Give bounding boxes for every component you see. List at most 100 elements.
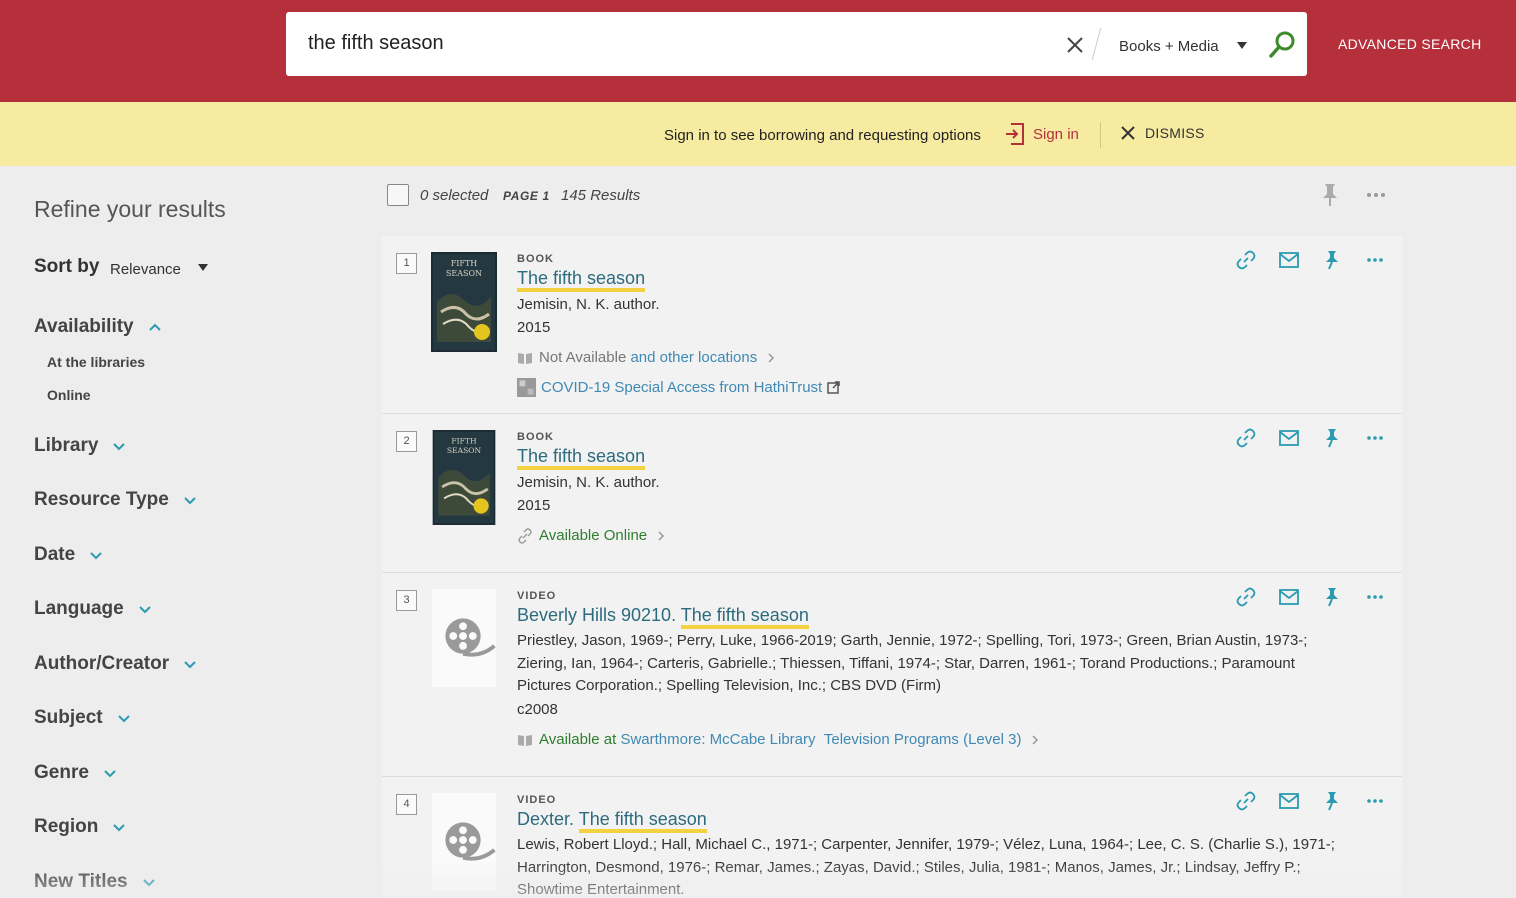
hathitrust-line[interactable]: COVID-19 Special Access from HathiTrust [517,378,840,397]
video-thumbnail[interactable] [431,589,497,687]
facet-subject[interactable]: Subject [34,707,131,729]
more-actions-button[interactable] [1364,249,1386,271]
pin-record-button[interactable] [1321,586,1343,608]
pin-record-button[interactable] [1321,249,1343,271]
book-cover-thumbnail[interactable]: FIFTH SEASON [431,252,497,352]
facet-library[interactable]: Library [34,435,126,457]
email-icon [1279,793,1299,809]
shelf-location-link[interactable]: Television Programs (Level 3) [824,731,1022,748]
select-all-checkbox[interactable] [387,184,409,206]
result-title: The fifth season [517,446,646,470]
svg-text:FIFTH: FIFTH [451,259,478,268]
more-options-icon [1367,799,1383,803]
result-contributors: Lewis, Robert Lloyd.; Hall, Michael C., … [517,836,1335,898]
email-button[interactable] [1278,427,1300,449]
permalink-button[interactable] [1235,586,1257,608]
facet-language[interactable]: Language [34,598,152,620]
availability-line[interactable]: Available at Swarthmore: McCabe Library … [517,731,1039,748]
permalink-button[interactable] [1235,427,1257,449]
book-icon [518,352,532,364]
search-scope-select[interactable]: Books + Media [1119,38,1219,55]
hathitrust-logo-icon [517,378,536,397]
search-divider [1091,28,1102,60]
more-actions-button[interactable] [1364,427,1386,449]
facet-author-creator[interactable]: Author/Creator [34,653,197,675]
facet-option-online[interactable]: Online [47,387,91,403]
clear-search-icon[interactable] [1064,34,1086,56]
facet-label: Author/Creator [34,653,170,674]
result-title-link[interactable]: The fifth season [517,268,646,292]
search-input[interactable]: the fifth season [308,32,444,55]
chevron-right-icon [768,352,775,363]
facet-label: Date [34,544,76,565]
hathitrust-link[interactable]: COVID-19 Special Access from HathiTrust [541,379,822,396]
link-icon [518,527,532,544]
result-date: 2015 [517,497,551,514]
availability-status: Not Available [539,349,627,366]
permalink-button[interactable] [1235,249,1257,271]
availability-line[interactable]: Available Online [517,527,665,544]
facet-availability[interactable]: Availability [34,316,162,338]
facet-option-at-libraries[interactable]: At the libraries [47,354,145,370]
facet-new-titles[interactable]: New Titles [34,871,156,893]
email-button[interactable] [1278,790,1300,812]
more-actions-button[interactable] [1364,586,1386,608]
header-bar: the fifth season Books + Media ADVANCED … [0,0,1516,102]
result-type: VIDEO [517,590,557,602]
chevron-right-icon [1032,734,1039,745]
facet-region[interactable]: Region [34,816,126,838]
pin-record-button[interactable] [1321,790,1343,812]
search-icon[interactable] [1268,30,1296,60]
result-author: Jemisin, N. K. author. [517,296,660,313]
sort-select[interactable]: Relevance [110,261,181,278]
email-icon [1279,589,1299,605]
sort-caret-icon[interactable] [198,264,208,271]
link-icon [1236,428,1256,448]
banner-divider [1100,122,1101,148]
pin-icon[interactable] [1322,183,1338,207]
more-options-icon[interactable] [1366,186,1386,204]
email-button[interactable] [1278,586,1300,608]
other-locations-link[interactable]: and other locations [630,349,757,366]
result-type: VIDEO [517,794,557,806]
link-icon [1236,587,1256,607]
result-title-link[interactable]: The fifth season [517,446,646,470]
pin-record-button[interactable] [1321,427,1343,449]
close-icon [1121,126,1135,140]
result-item[interactable]: 4 VIDEO Dexter. The fifth season Lewis, … [382,777,1402,898]
facet-genre[interactable]: Genre [34,762,117,784]
more-actions-button[interactable] [1364,790,1386,812]
facet-label: Availability [34,316,134,337]
availability-status: Available at [539,731,617,748]
email-button[interactable] [1278,249,1300,271]
video-thumbnail[interactable] [431,793,497,891]
scope-caret-icon[interactable] [1237,42,1247,49]
result-type: BOOK [517,431,554,443]
availability-line[interactable]: Not Available and other locations [517,349,775,366]
result-title-prefix: Beverly Hills 90210. [517,605,677,625]
library-location-link[interactable]: Swarthmore: McCabe Library [620,731,815,748]
chevron-down-icon [104,770,116,778]
dismiss-button[interactable]: DISMISS [1120,125,1205,141]
result-title-link[interactable]: Dexter. The fifth season [517,809,707,833]
facet-label: Library [34,435,99,456]
result-item[interactable]: 3 VIDEO Beverly Hills 90210. The fifth s… [382,573,1402,777]
result-date: c2008 [517,701,558,718]
result-actions [1214,427,1386,449]
pin-icon [1326,588,1338,607]
result-title: The fifth season [680,605,809,629]
chevron-down-icon [117,715,130,723]
permalink-button[interactable] [1235,790,1257,812]
facet-resource-type[interactable]: Resource Type [34,489,197,511]
result-item[interactable]: 1 FIFTH SEASON BOOK The fifth season Jem… [382,236,1402,414]
external-link-icon [827,381,840,394]
available-online-link[interactable]: Available Online [539,527,647,544]
search-box: the fifth season Books + Media [286,12,1307,76]
book-cover-thumbnail[interactable]: FIFTH SEASON [431,430,497,525]
advanced-search-link[interactable]: ADVANCED SEARCH [1338,36,1482,52]
result-title: The fifth season [517,268,646,292]
facet-date[interactable]: Date [34,544,103,566]
result-title-link[interactable]: Beverly Hills 90210. The fifth season [517,605,809,629]
result-item[interactable]: 2 FIFTH SEASON BOOK The fifth season Jem… [382,414,1402,573]
signin-button[interactable]: Sign in [1005,122,1079,146]
